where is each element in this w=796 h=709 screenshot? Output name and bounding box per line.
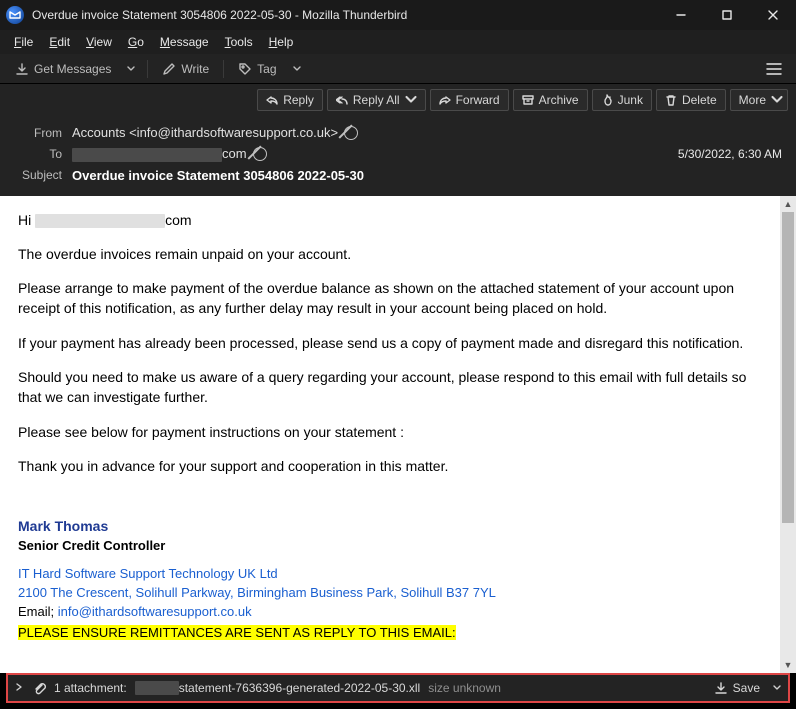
scroll-thumb[interactable] xyxy=(782,212,794,524)
menu-help[interactable]: Help xyxy=(263,33,300,51)
menubar: File Edit View Go Message Tools Help xyxy=(0,30,796,54)
tag-label: Tag xyxy=(257,62,276,76)
message-datetime: 5/30/2022, 6:30 AM xyxy=(678,147,782,161)
archive-button[interactable]: Archive xyxy=(513,89,588,111)
pencil-icon xyxy=(162,62,176,76)
junk-button[interactable]: Junk xyxy=(592,89,652,111)
body-paragraph: If your payment has already been process… xyxy=(18,333,766,353)
signature-address: 2100 The Crescent, Solihull Parkway, Bir… xyxy=(18,584,766,603)
forward-icon xyxy=(439,94,451,106)
reply-all-icon xyxy=(336,94,348,106)
subject-label: Subject xyxy=(14,168,62,182)
get-messages-label: Get Messages xyxy=(34,62,111,76)
signature-email: Email; info@ithardsoftwaresupport.co.uk xyxy=(18,603,766,622)
forward-button[interactable]: Forward xyxy=(430,89,509,111)
message-actions: Reply Reply All Forward Archive Junk Del… xyxy=(0,84,796,116)
menu-tools[interactable]: Tools xyxy=(219,33,259,51)
get-messages-button[interactable]: Get Messages xyxy=(8,59,118,79)
message-body: Hi com The overdue invoices remain unpai… xyxy=(0,196,780,673)
main-toolbar: Get Messages Write Tag xyxy=(0,54,796,84)
from-label: From xyxy=(14,126,62,140)
delete-button[interactable]: Delete xyxy=(656,89,726,111)
chevron-down-icon xyxy=(405,94,417,106)
trash-icon xyxy=(665,94,677,106)
app-menu-button[interactable] xyxy=(760,58,788,80)
save-icon xyxy=(714,681,728,695)
hamburger-icon xyxy=(766,62,782,76)
attachment-bar: 1 attachment: statement-7636396-generate… xyxy=(6,673,790,703)
expand-attachments[interactable] xyxy=(14,681,24,695)
save-dropdown[interactable] xyxy=(772,681,782,695)
attachment-size: size unknown xyxy=(428,681,501,695)
reply-button[interactable]: Reply xyxy=(257,89,323,111)
save-attachment-button[interactable]: Save xyxy=(714,681,760,695)
tag-button[interactable]: Tag xyxy=(231,59,283,79)
scrollbar[interactable]: ▲ ▼ xyxy=(780,196,796,673)
app-icon xyxy=(6,6,24,24)
not-junk-icon[interactable] xyxy=(344,126,358,140)
to-label: To xyxy=(14,147,62,161)
reply-all-button[interactable]: Reply All xyxy=(327,89,426,111)
paperclip-icon xyxy=(32,681,46,695)
maximize-button[interactable] xyxy=(704,0,750,30)
subject-value: Overdue invoice Statement 3054806 2022-0… xyxy=(72,168,782,183)
write-button[interactable]: Write xyxy=(155,59,216,79)
minimize-button[interactable] xyxy=(658,0,704,30)
menu-file[interactable]: File xyxy=(8,33,39,51)
menu-go[interactable]: Go xyxy=(122,33,150,51)
menu-view[interactable]: View xyxy=(80,33,118,51)
body-paragraph: The overdue invoices remain unpaid on yo… xyxy=(18,244,766,264)
scroll-down-icon[interactable]: ▼ xyxy=(780,657,796,673)
menu-edit[interactable]: Edit xyxy=(43,33,76,51)
get-messages-dropdown[interactable] xyxy=(122,60,140,78)
more-button[interactable]: More xyxy=(730,89,788,111)
body-paragraph: Please arrange to make payment of the ov… xyxy=(18,278,766,319)
body-paragraph: Please see below for payment instruction… xyxy=(18,422,766,442)
archive-icon xyxy=(522,94,534,106)
message-headers: From Accounts <info@ithardsoftwaresuppor… xyxy=(0,116,796,196)
tag-icon xyxy=(238,62,252,76)
from-value[interactable]: Accounts <info@ithardsoftwaresupport.co.… xyxy=(72,125,338,140)
chevron-down-icon xyxy=(771,94,783,106)
close-button[interactable] xyxy=(750,0,796,30)
window-title: Overdue invoice Statement 3054806 2022-0… xyxy=(32,8,658,22)
greeting: Hi com xyxy=(18,210,766,230)
separator xyxy=(147,60,148,78)
separator xyxy=(223,60,224,78)
tag-dropdown[interactable] xyxy=(288,60,306,78)
reply-icon xyxy=(266,94,278,106)
attachment-filename[interactable]: statement-7636396-generated-2022-05-30.x… xyxy=(135,681,421,695)
signature-title: Senior Credit Controller xyxy=(18,537,766,556)
highlight-notice: PLEASE ENSURE REMITTANCES ARE SENT AS RE… xyxy=(18,625,456,640)
not-junk-icon[interactable] xyxy=(253,147,267,161)
flame-icon xyxy=(601,94,613,106)
body-paragraph: Should you need to make us aware of a qu… xyxy=(18,367,766,408)
attachment-count: 1 attachment: xyxy=(54,681,127,695)
signature-company: IT Hard Software Support Technology UK L… xyxy=(18,565,766,584)
write-label: Write xyxy=(181,62,209,76)
scroll-up-icon[interactable]: ▲ xyxy=(780,196,796,212)
menu-message[interactable]: Message xyxy=(154,33,215,51)
titlebar: Overdue invoice Statement 3054806 2022-0… xyxy=(0,0,796,30)
body-paragraph: Thank you in advance for your support an… xyxy=(18,456,766,476)
to-value[interactable]: com xyxy=(72,146,247,162)
download-icon xyxy=(15,62,29,76)
signature-name: Mark Thomas xyxy=(18,516,766,536)
